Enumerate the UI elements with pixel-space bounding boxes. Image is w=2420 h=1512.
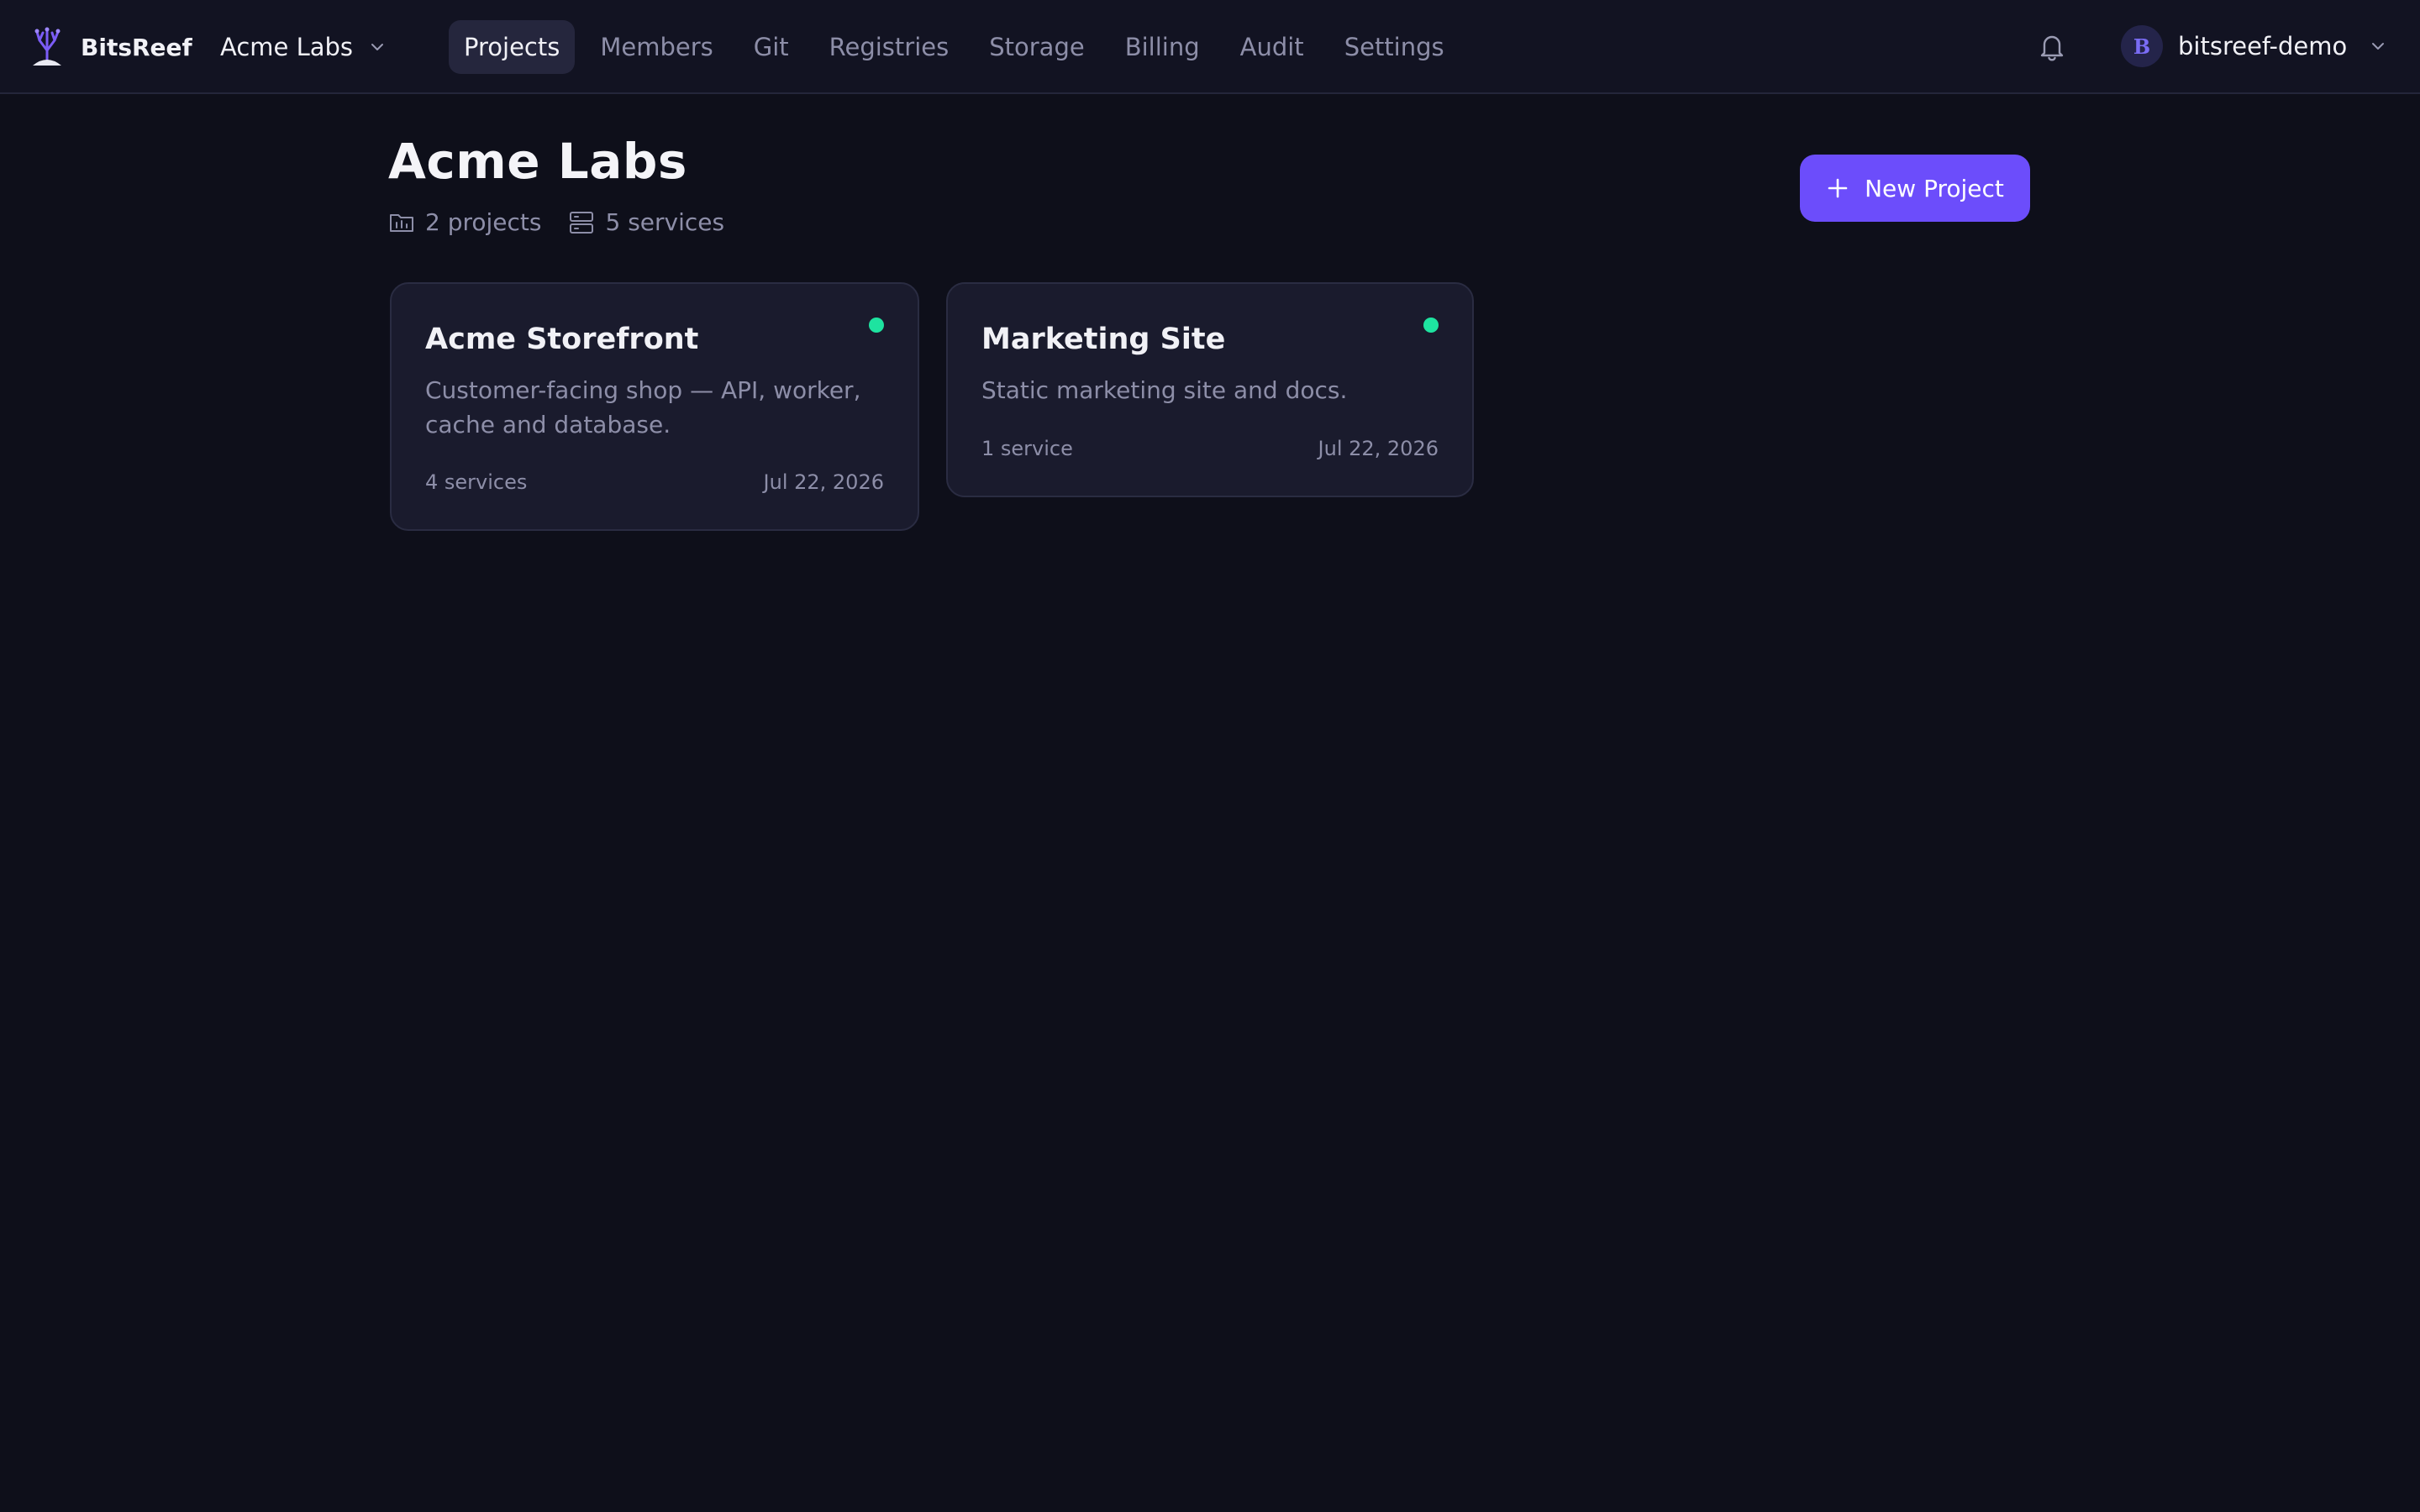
projects-count: 2 projects [388,208,541,236]
projects-count-label: 2 projects [425,208,542,236]
nav-item-registries[interactable]: Registries [814,20,965,74]
project-card-marketing-site[interactable]: Marketing Site Static marketing site and… [946,282,1474,497]
nav-item-members[interactable]: Members [585,20,728,74]
app-name: BitsReef [81,33,192,61]
org-stats: 2 projects 5 services [388,208,751,236]
status-dot [869,318,884,333]
nav-item-projects[interactable]: Projects [449,20,576,74]
bell-icon[interactable] [2037,30,2067,64]
top-navigation-bar: BitsReef Acme Labs Projects Members Git … [0,0,2420,94]
project-description: Customer-facing shop — API, worker, cach… [425,376,861,438]
folder-icon [390,213,413,232]
avatar: B [2121,25,2163,67]
nav-item-audit[interactable]: Audit [1225,20,1319,74]
main-nav: Projects Members Git Registries Storage … [449,20,1470,74]
page-title: Acme Labs [388,133,687,190]
brand[interactable]: BitsReef [30,25,192,69]
project-date: Jul 22, 2026 [763,470,884,494]
coral-logo-icon [33,27,61,66]
nav-item-billing[interactable]: Billing [1110,20,1215,74]
new-project-button[interactable]: New Project [1800,155,2030,222]
org-switcher-label: Acme Labs [220,33,354,61]
server-icon [570,211,594,234]
project-services-count: 1 service [981,437,1073,460]
user-name: bitsreef-demo [2178,32,2348,60]
project-name: Marketing Site [981,323,1226,356]
nav-item-storage[interactable]: Storage [974,20,1099,74]
project-description: Static marketing site and docs. [981,376,1348,404]
nav-item-git[interactable]: Git [739,20,804,74]
org-switcher[interactable]: Acme Labs [220,27,387,67]
status-dot [1423,318,1439,333]
chevron-down-icon [2372,43,2385,50]
new-project-label: New Project [1865,174,2004,202]
project-services-count: 4 services [425,470,528,494]
plus-icon [1828,178,1848,198]
project-date: Jul 22, 2026 [1318,437,1439,460]
services-count: 5 services [568,208,724,236]
user-menu[interactable]: B bitsreef-demo [2121,25,2387,67]
services-count-label: 5 services [605,208,725,236]
chevron-down-icon [371,44,384,50]
project-card-acme-storefront[interactable]: Acme Storefront Customer-facing shop — A… [390,282,919,531]
project-name: Acme Storefront [425,323,699,356]
nav-item-settings[interactable]: Settings [1329,20,1460,74]
